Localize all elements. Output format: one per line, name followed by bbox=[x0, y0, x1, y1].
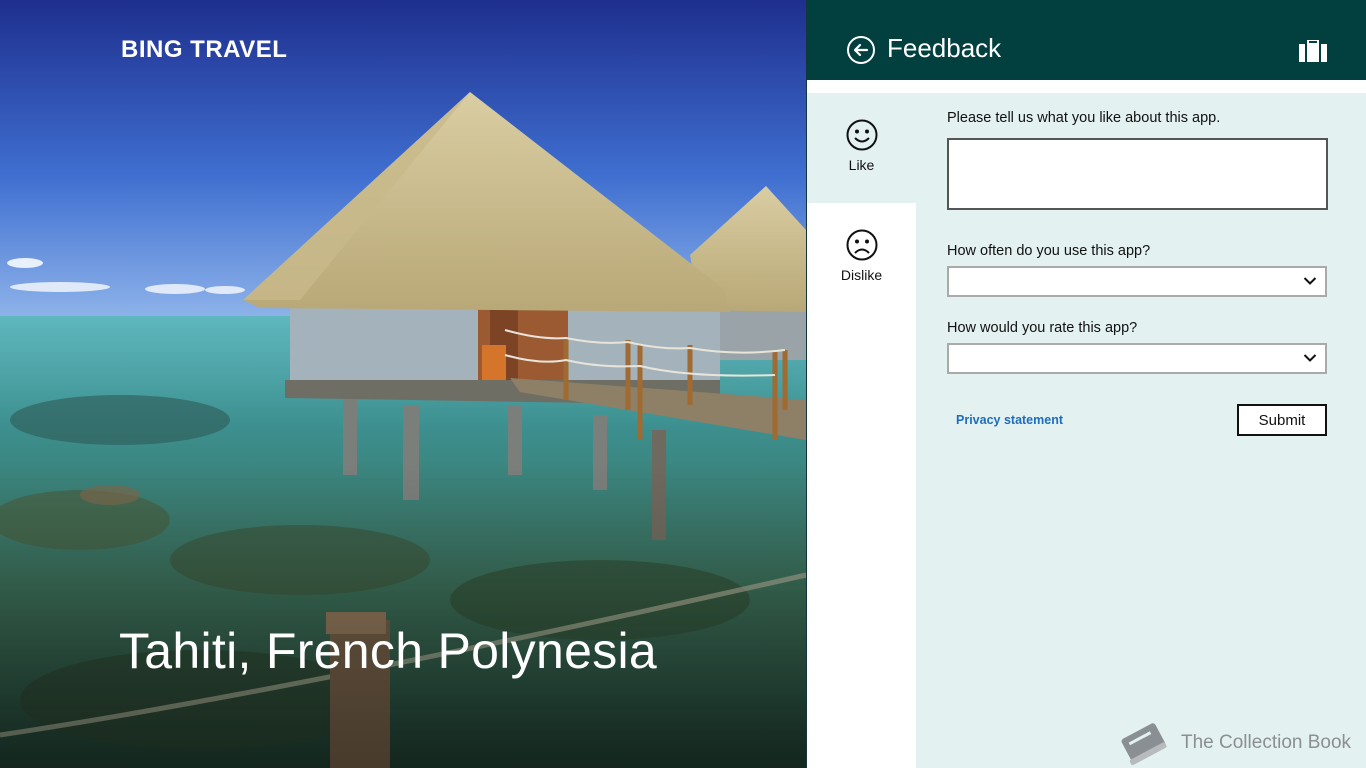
frown-icon bbox=[846, 229, 877, 261]
app-title: BING TRAVEL bbox=[121, 36, 288, 63]
frequency-label: How often do you use this app? bbox=[947, 243, 1151, 259]
like-feedback-textarea[interactable] bbox=[947, 138, 1328, 210]
feedback-flyout: Feedback Like Dislike Please tell us wha… bbox=[806, 0, 1366, 768]
arrow-left-icon bbox=[853, 43, 869, 57]
tab-like-label: Like bbox=[848, 157, 875, 173]
tab-like[interactable]: Like bbox=[807, 93, 916, 203]
back-button[interactable] bbox=[847, 36, 875, 64]
flyout-header: Feedback bbox=[807, 0, 1366, 80]
destination-title: Tahiti, French Polynesia bbox=[119, 623, 658, 679]
watermark: The Collection Book bbox=[1115, 718, 1355, 766]
tab-dislike-label: Dislike bbox=[840, 267, 883, 283]
book-icon bbox=[1121, 723, 1167, 766]
rating-select[interactable] bbox=[947, 343, 1327, 374]
flyout-title: Feedback bbox=[887, 33, 1002, 63]
rating-label: How would you rate this app? bbox=[947, 320, 1138, 336]
tab-dislike[interactable]: Dislike bbox=[807, 203, 916, 313]
smile-icon bbox=[846, 119, 877, 151]
privacy-statement-link[interactable]: Privacy statement bbox=[956, 413, 1063, 427]
hero-panel: BING TRAVEL Tahiti, French Polynesia bbox=[0, 0, 806, 768]
suitcase-icon bbox=[1299, 40, 1327, 62]
frequency-select[interactable] bbox=[947, 266, 1327, 297]
submit-button[interactable]: Submit bbox=[1237, 404, 1327, 436]
watermark-text: The Collection Book bbox=[1181, 732, 1352, 753]
like-prompt-label: Please tell us what you like about this … bbox=[947, 110, 1221, 126]
header-divider bbox=[807, 80, 1366, 93]
chevron-down-icon bbox=[1303, 277, 1317, 285]
chevron-down-icon bbox=[1303, 354, 1317, 362]
feedback-tabs: Like Dislike bbox=[807, 93, 916, 768]
